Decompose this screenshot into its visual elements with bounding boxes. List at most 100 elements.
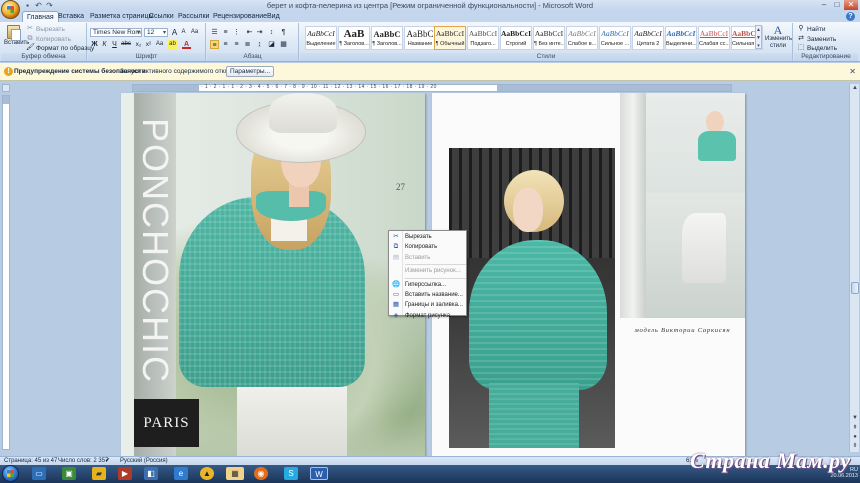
- minimize-button[interactable]: –: [818, 0, 830, 10]
- style-card-heading1[interactable]: AaB ¶ Заголов...: [338, 26, 370, 50]
- align-center-icon[interactable]: ≡: [221, 40, 230, 49]
- menu-item-format-picture[interactable]: ◈ Формат рисунка...: [389, 311, 466, 321]
- style-card-subtle-reference[interactable]: AaBbCcI Слабая сс...: [698, 26, 730, 50]
- shrink-font-button[interactable]: A: [179, 28, 188, 37]
- superscript-button[interactable]: x²: [144, 40, 153, 49]
- style-card-intense-quote[interactable]: AaBbCcI Выделени...: [665, 26, 697, 50]
- style-card-heading2[interactable]: AaBbC ¶ Заголов...: [371, 26, 403, 50]
- line-spacing-icon[interactable]: ↨: [255, 40, 264, 49]
- replace-button[interactable]: ⇄ Заменить: [797, 35, 836, 43]
- status-language[interactable]: Русский (Россия): [120, 457, 168, 465]
- font-size-select[interactable]: 12: [144, 28, 168, 37]
- security-options-button[interactable]: Параметры...: [226, 66, 274, 77]
- align-right-icon[interactable]: ≡: [232, 40, 241, 49]
- menu-item-borders[interactable]: ▦ Границы и заливка...: [389, 300, 466, 310]
- font-color-button[interactable]: A: [182, 40, 191, 49]
- font-name-select[interactable]: Times New Roman: [90, 28, 142, 37]
- ie-icon[interactable]: e: [174, 467, 188, 480]
- format-painter-button[interactable]: 🖌 Формат по образцу: [26, 44, 94, 52]
- vertical-ruler[interactable]: [2, 95, 10, 450]
- paste-button[interactable]: Вставить: [4, 25, 29, 51]
- select-button[interactable]: ⬚ Выделить: [797, 44, 837, 52]
- monitor-icon[interactable]: ▣: [62, 467, 76, 480]
- horizontal-ruler[interactable]: · 1 · 2 · 1 · 1 · 2 · 3 · 4 · 5 · 6 · 7 …: [132, 84, 732, 92]
- menu-item-change-picture[interactable]: Изменить рисунок...: [389, 266, 466, 276]
- maximize-button[interactable]: □: [831, 0, 843, 10]
- help-icon[interactable]: ?: [846, 12, 855, 21]
- style-card-no-spacing[interactable]: AaBbCcI ¶ Без инте...: [533, 26, 565, 50]
- scroll-up-icon[interactable]: ▲: [850, 84, 860, 93]
- show-marks-icon[interactable]: ¶: [279, 28, 288, 37]
- prev-page-icon[interactable]: ⇞: [850, 424, 860, 433]
- group-label: Стили: [300, 53, 792, 61]
- justify-icon[interactable]: ≣: [243, 40, 252, 49]
- close-icon[interactable]: ✕: [849, 67, 856, 76]
- style-card-strong[interactable]: AaBbCcI Строгий: [500, 26, 532, 50]
- borders-icon[interactable]: ▦: [279, 40, 288, 49]
- multilevel-list-icon[interactable]: ⋮: [232, 28, 241, 37]
- media-icon[interactable]: ▶: [118, 467, 132, 480]
- style-card-title[interactable]: AaBbC Название: [404, 26, 436, 50]
- vertical-scrollbar[interactable]: ▲ ▼ ⇞ ● ⇟: [849, 84, 859, 452]
- change-case-button[interactable]: Aa: [155, 40, 164, 49]
- cut-button[interactable]: ✂ Вырезать: [26, 25, 65, 33]
- spelling-check-icon[interactable]: ✔: [105, 457, 110, 465]
- status-words[interactable]: Число слов: 2 357: [58, 457, 108, 465]
- menu-item-hyperlink[interactable]: 🌐 Гиперссылка...: [389, 280, 466, 290]
- menu-item-insert-caption[interactable]: ▭ Вставить название...: [389, 290, 466, 300]
- document-page-right[interactable]: модель Виктории Саркисян: [432, 93, 745, 456]
- app-icon[interactable]: ◧: [144, 467, 158, 480]
- italic-button[interactable]: К: [100, 40, 109, 49]
- tab-insert[interactable]: Вставка: [54, 11, 88, 22]
- style-card-subtitle[interactable]: AaBbCcI Подзаго...: [467, 26, 499, 50]
- numbering-icon[interactable]: ≡: [221, 28, 230, 37]
- style-card-emphasis[interactable]: AaBbCcI Выделение: [305, 26, 337, 50]
- find-button[interactable]: ⚲ Найти: [797, 25, 825, 33]
- menu-item-paste[interactable]: ▤ Вставить: [389, 253, 466, 263]
- word-icon[interactable]: W: [310, 467, 328, 480]
- app-triangle-icon[interactable]: ▲: [200, 467, 214, 480]
- tab-view[interactable]: Вид: [263, 11, 284, 22]
- align-left-icon[interactable]: ≡: [210, 40, 219, 49]
- copy-button[interactable]: ⧉ Копировать: [26, 35, 72, 43]
- tab-review[interactable]: Рецензирование: [209, 11, 271, 22]
- clear-format-button[interactable]: Aa: [190, 28, 199, 37]
- style-card-intense-emphasis[interactable]: AaBbCcI Сильное ...: [599, 26, 631, 50]
- next-page-icon[interactable]: ⇟: [850, 442, 860, 451]
- explorer-icon[interactable]: ▦: [226, 467, 244, 480]
- hyperlink-icon: 🌐: [392, 280, 401, 288]
- menu-item-copy[interactable]: ⧉ Копировать: [389, 242, 466, 252]
- tab-mailings[interactable]: Рассылки: [174, 11, 213, 22]
- desktop-icon[interactable]: ▭: [32, 467, 46, 480]
- menu-item-cut[interactable]: ✂ Вырезать: [389, 232, 466, 242]
- close-button[interactable]: ✕: [844, 0, 858, 10]
- strikethrough-button[interactable]: abc: [120, 40, 132, 49]
- bullets-icon[interactable]: ☰: [210, 28, 219, 37]
- skype-icon[interactable]: S: [284, 467, 298, 480]
- decrease-indent-icon[interactable]: ⇤: [245, 28, 254, 37]
- browse-object-icon[interactable]: ●: [850, 433, 860, 442]
- status-page[interactable]: Страница: 45 из 47: [4, 457, 57, 465]
- folder-icon[interactable]: ▰: [92, 467, 106, 480]
- highlight-button[interactable]: ab: [168, 40, 177, 49]
- grow-font-button[interactable]: A: [170, 28, 179, 37]
- subscript-button[interactable]: x₂: [134, 40, 143, 49]
- style-card-subtle-emphasis[interactable]: AaBbCcI Слабое в...: [566, 26, 598, 50]
- shading-icon[interactable]: ◪: [267, 40, 276, 49]
- scroll-thumb[interactable]: [851, 282, 859, 294]
- start-button[interactable]: [2, 465, 19, 482]
- tab-references[interactable]: Ссылки: [145, 11, 178, 22]
- ruler-tab-selector[interactable]: [2, 84, 10, 92]
- document-page-left[interactable]: PONCHOCHIC 27 PARIS: [121, 93, 425, 456]
- style-card-normal[interactable]: AaBbCcI ¶ Обычный: [434, 26, 466, 50]
- style-card-quote2[interactable]: AaBbCcI Цитата 2: [632, 26, 664, 50]
- scroll-down-icon[interactable]: ▼: [850, 414, 860, 423]
- change-styles-button[interactable]: A Изменить стили: [765, 24, 792, 51]
- styles-gallery-scroll[interactable]: ▲ ▼ ▾: [755, 25, 762, 49]
- bold-button[interactable]: Ж: [90, 40, 99, 49]
- firefox-icon[interactable]: ◉: [254, 467, 268, 480]
- office-button[interactable]: [1, 0, 20, 19]
- sort-icon[interactable]: ↕: [267, 28, 276, 37]
- underline-button[interactable]: Ч: [110, 40, 119, 49]
- increase-indent-icon[interactable]: ⇥: [255, 28, 264, 37]
